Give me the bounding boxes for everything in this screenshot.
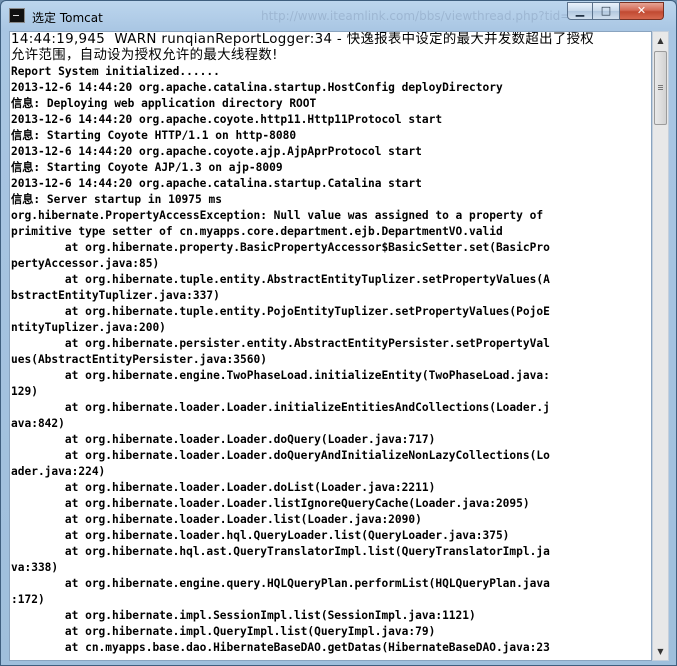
console-line: 14:44:19,945 WARN runqianReportLogger:34… <box>11 32 595 47</box>
console-line: 2013-12-6 14:44:20 org.apache.catalina.s… <box>11 81 503 94</box>
console-line: 2013-12-6 14:44:20 org.apache.coyote.ajp… <box>11 145 422 158</box>
console-line: at org.hibernate.persister.entity.Abstra… <box>11 337 550 350</box>
minimize-icon: ▁ <box>575 4 585 17</box>
close-button[interactable]: ✕ <box>620 2 664 20</box>
console-line: at org.hibernate.loader.Loader.list(Load… <box>11 513 422 526</box>
console-line: pertyAccessor.java:85) <box>11 257 160 270</box>
console-line: :172) <box>11 593 45 606</box>
minimize-button[interactable]: ▁ <box>567 2 593 20</box>
scrollbar-thumb[interactable] <box>654 51 667 125</box>
console-line: at org.hibernate.loader.hql.QueryLoader.… <box>11 529 510 542</box>
window-title: 选定 Tomcat <box>32 11 103 25</box>
console-line: va:338) <box>11 561 59 574</box>
tomcat-console-window: 选定 Tomcat http://www.iteamlink.com/bbs/v… <box>0 0 677 666</box>
scrollbar-grip-icon <box>658 85 663 86</box>
console-line: at org.hibernate.tuple.entity.PojoEntity… <box>11 305 550 318</box>
title-bar[interactable]: 选定 Tomcat http://www.iteamlink.com/bbs/v… <box>1 1 676 31</box>
console-line: 信息: Server startup in 10975 ms <box>11 193 222 206</box>
close-icon: ✕ <box>636 4 647 17</box>
console-app-icon[interactable] <box>9 8 25 23</box>
console-line: at org.hibernate.tuple.entity.AbstractEn… <box>11 273 550 286</box>
console-line: 2013-12-6 14:44:20 org.apache.catalina.s… <box>11 177 422 190</box>
console-line: at org.hibernate.property.BasicPropertyA… <box>11 241 550 254</box>
console-line: at org.hibernate.hql.ast.QueryTranslator… <box>11 545 550 558</box>
console-line: ader.java:224) <box>11 465 106 478</box>
scroll-down-arrow-icon[interactable]: ▼ <box>653 643 668 660</box>
console-line: ntityTuplizer.java:200) <box>11 321 166 334</box>
console-line: 129) <box>11 385 38 398</box>
console-line: at cn.myapps.base.dao.HibernateBaseDAO.g… <box>11 641 550 654</box>
console-output[interactable]: 14:44:19,945 WARN runqianReportLogger:34… <box>9 31 652 661</box>
console-line: 信息: Deploying web application directory … <box>11 97 317 110</box>
console-line: 信息: Starting Coyote HTTP/1.1 on http-808… <box>11 129 297 142</box>
console-line: at org.hibernate.engine.query.HQLQueryPl… <box>11 577 550 590</box>
console-line: at org.hibernate.impl.QueryImpl.list(Que… <box>11 625 436 638</box>
vertical-scrollbar[interactable]: ▲ ▼ <box>652 31 669 661</box>
console-line: Report System initialized...... <box>11 65 220 78</box>
console-line: ava:842) <box>11 417 65 430</box>
console-line: at org.hibernate.loader.Loader.doQueryAn… <box>11 449 550 462</box>
console-line: 允许范围，自动设为授权允许的最大线程数! <box>11 48 278 63</box>
console-line: at org.hibernate.loader.Loader.initializ… <box>11 401 550 414</box>
console-line: primitive type setter of cn.myapps.core.… <box>11 225 503 238</box>
console-line: 信息: Starting Coyote AJP/1.3 on ajp-8009 <box>11 161 283 174</box>
console-line: at org.hibernate.loader.Loader.listIgnor… <box>11 497 530 510</box>
console-line: org.hibernate.PropertyAccessException: N… <box>11 209 544 222</box>
console-line: at org.hibernate.impl.SessionImpl.list(S… <box>11 609 476 622</box>
console-line: 2013-12-6 14:44:20 org.apache.coyote.htt… <box>11 113 443 126</box>
background-url-text: http://www.iteamlink.com/bbs/viewthread.… <box>261 9 578 23</box>
console-line: ues(AbstractEntityPersister.java:3560) <box>11 353 267 366</box>
console-line: at org.hibernate.loader.Loader.doQuery(L… <box>11 433 436 446</box>
console-line: bstractEntityTuplizer.java:337) <box>11 289 220 302</box>
maximize-icon: □ <box>600 4 612 17</box>
console-line: at org.hibernate.engine.TwoPhaseLoad.ini… <box>11 369 550 382</box>
console-line: at org.hibernate.loader.Loader.doList(Lo… <box>11 481 436 494</box>
maximize-button[interactable]: □ <box>593 2 620 20</box>
scroll-up-arrow-icon[interactable]: ▲ <box>653 32 668 49</box>
